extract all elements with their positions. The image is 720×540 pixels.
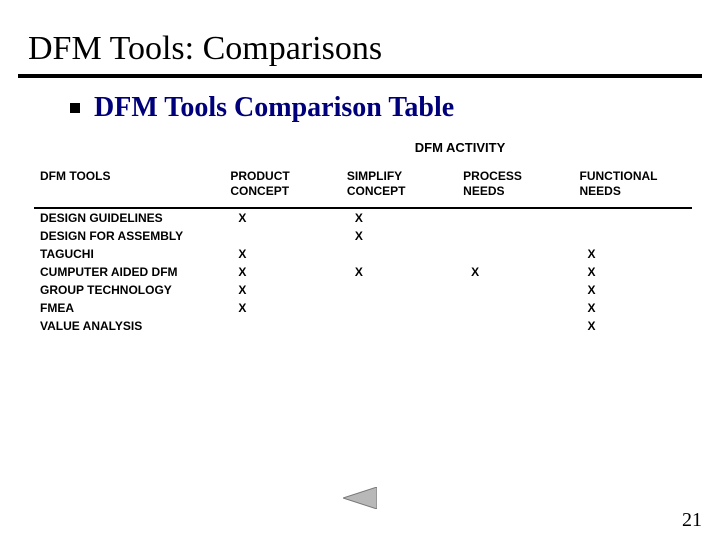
page-number: 21 — [682, 509, 702, 532]
cell-product — [224, 317, 340, 335]
cell-process — [457, 299, 573, 317]
table-row: FMEA X X — [34, 299, 692, 317]
cell-process — [457, 227, 573, 245]
activity-header: DFM ACTIVITY — [0, 140, 720, 155]
cell-tool: CUMPUTER AIDED DFM — [34, 263, 224, 281]
cell-process — [457, 281, 573, 299]
col-header-simplify: SIMPLIFYCONCEPT — [341, 165, 457, 205]
cell-process — [457, 245, 573, 263]
cell-functional — [574, 208, 693, 227]
cell-tool: VALUE ANALYSIS — [34, 317, 224, 335]
cell-tool: FMEA — [34, 299, 224, 317]
cell-functional: X — [574, 281, 693, 299]
subtitle: DFM Tools Comparison Table — [94, 92, 454, 124]
cell-simplify: X — [341, 263, 457, 281]
slide: DFM Tools: Comparisons DFM Tools Compari… — [0, 0, 720, 540]
cell-process — [457, 208, 573, 227]
cell-simplify — [341, 317, 457, 335]
page-title: DFM Tools: Comparisons — [0, 0, 720, 74]
cell-process — [457, 317, 573, 335]
cell-functional: X — [574, 263, 693, 281]
cell-product — [224, 227, 340, 245]
cell-functional: X — [574, 245, 693, 263]
col-header-product: PRODUCTCONCEPT — [224, 165, 340, 205]
subtitle-row: DFM Tools Comparison Table — [0, 78, 720, 140]
cell-tool: TAGUCHI — [34, 245, 224, 263]
cell-functional: X — [574, 317, 693, 335]
cell-functional: X — [574, 299, 693, 317]
triangle-left-icon — [343, 487, 377, 509]
col-header-tools: DFM TOOLS — [34, 165, 224, 205]
cell-product: X — [224, 299, 340, 317]
cell-tool: DESIGN FOR ASSEMBLY — [34, 227, 224, 245]
cell-simplify — [341, 299, 457, 317]
cell-process: X — [457, 263, 573, 281]
cell-product: X — [224, 208, 340, 227]
comparison-table-wrap: DFM TOOLS PRODUCTCONCEPT SIMPLIFYCONCEPT… — [0, 165, 720, 335]
col-header-process: PROCESSNEEDS — [457, 165, 573, 205]
comparison-table: DFM TOOLS PRODUCTCONCEPT SIMPLIFYCONCEPT… — [34, 165, 692, 335]
cell-simplify — [341, 245, 457, 263]
cell-simplify: X — [341, 227, 457, 245]
table-row: DESIGN FOR ASSEMBLY X — [34, 227, 692, 245]
cell-tool: GROUP TECHNOLOGY — [34, 281, 224, 299]
cell-product: X — [224, 245, 340, 263]
table-row: TAGUCHI X X — [34, 245, 692, 263]
cell-product: X — [224, 281, 340, 299]
table-row: VALUE ANALYSIS X — [34, 317, 692, 335]
cell-functional — [574, 227, 693, 245]
table-row: GROUP TECHNOLOGY X X — [34, 281, 692, 299]
table-row: CUMPUTER AIDED DFM X X X X — [34, 263, 692, 281]
cell-simplify: X — [341, 208, 457, 227]
prev-slide-button[interactable] — [343, 487, 377, 514]
col-header-functional: FUNCTIONALNEEDS — [574, 165, 693, 205]
table-row: DESIGN GUIDELINES X X — [34, 208, 692, 227]
cell-simplify — [341, 281, 457, 299]
bullet-icon — [70, 103, 80, 113]
cell-product: X — [224, 263, 340, 281]
cell-tool: DESIGN GUIDELINES — [34, 208, 224, 227]
